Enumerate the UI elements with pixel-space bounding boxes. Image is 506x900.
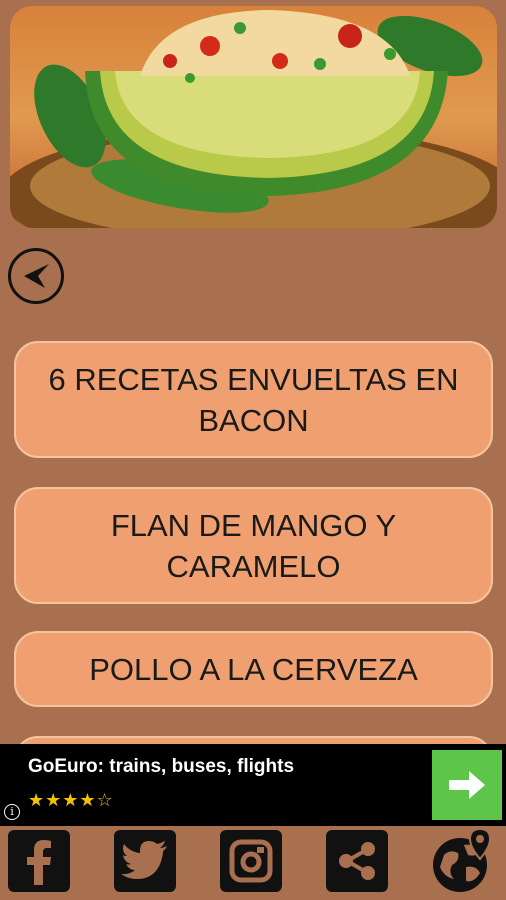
twitter-icon: [121, 841, 167, 879]
recipe-button-flan[interactable]: FLAN DE MANGO Y CARAMELO: [14, 487, 493, 604]
ad-open-button[interactable]: [432, 750, 502, 820]
ad-banner[interactable]: GoEuro: trains, buses, flights ★★★★☆ i: [0, 744, 506, 826]
recipe-label: 6 RECETAS ENVUELTAS EN BACON: [48, 361, 459, 438]
twitter-button[interactable]: [114, 830, 176, 892]
stuffed-avocado-illustration: [10, 10, 497, 228]
back-button[interactable]: [8, 248, 64, 304]
ad-title: GoEuro: trains, buses, flights: [28, 756, 295, 777]
recipe-label: POLLO A LA CERVEZA: [89, 651, 418, 687]
facebook-button[interactable]: [8, 830, 70, 892]
recipe-button-pollo[interactable]: POLLO A LA CERVEZA: [14, 631, 493, 707]
instagram-button[interactable]: [220, 830, 282, 892]
recipe-label: FLAN DE MANGO Y CARAMELO: [110, 507, 397, 584]
ad-rating-stars: ★★★★☆: [28, 790, 114, 810]
arrow-right-icon: [449, 771, 485, 799]
back-arrow-icon: [24, 264, 49, 288]
instagram-icon: [229, 839, 273, 883]
recipe-button-bacon[interactable]: 6 RECETAS ENVUELTAS EN BACON: [14, 341, 493, 458]
globe-location-icon: [433, 827, 492, 892]
ad-info-icon[interactable]: i: [4, 804, 20, 820]
facebook-icon: [27, 840, 51, 885]
recipe-hero-image: [10, 6, 497, 228]
share-icon: [339, 842, 375, 880]
share-button[interactable]: [326, 830, 388, 892]
world-location-button[interactable]: [430, 827, 498, 892]
